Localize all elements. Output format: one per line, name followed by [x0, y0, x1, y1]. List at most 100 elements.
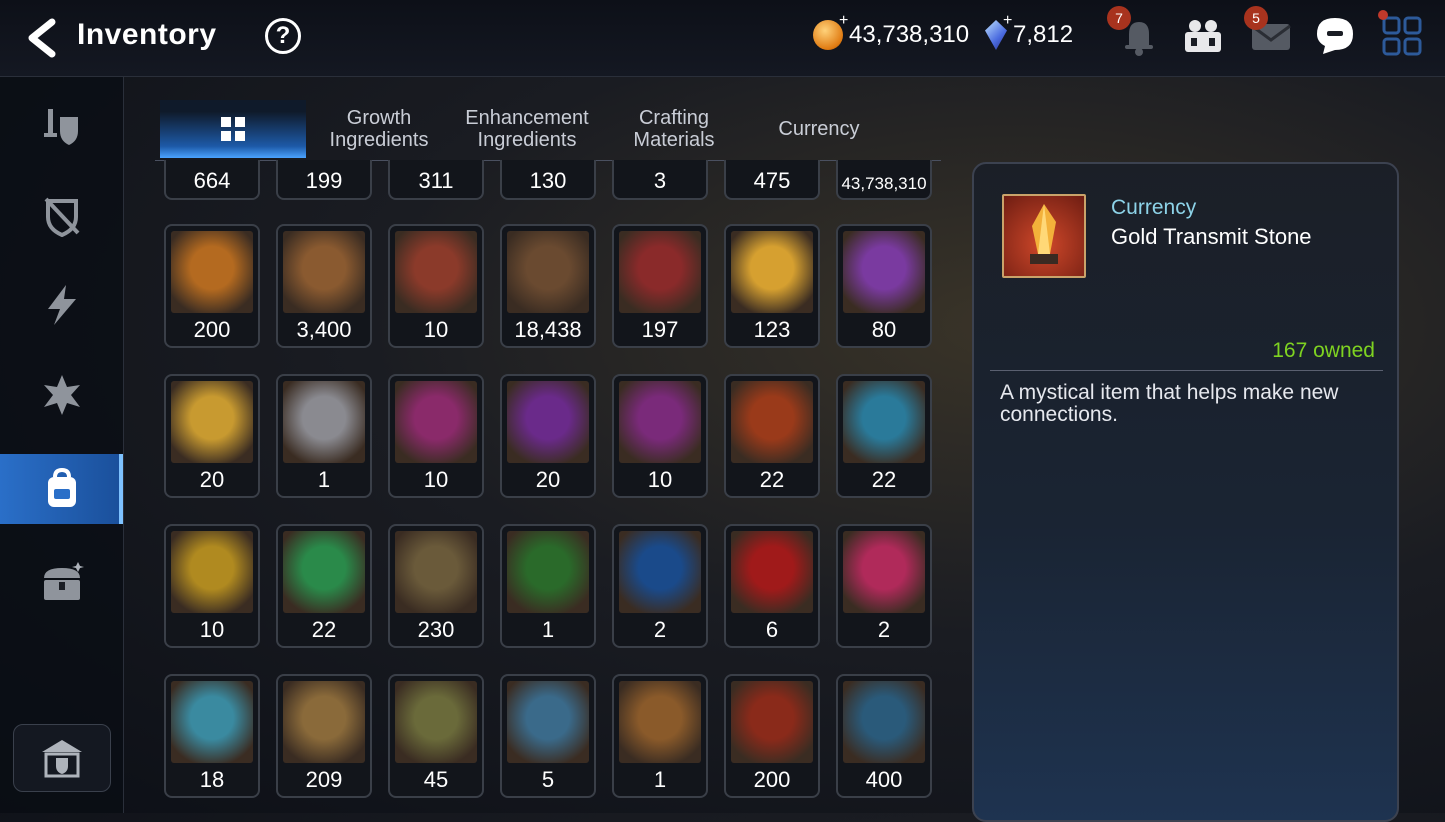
sidebar-item-exclusive[interactable]: [0, 360, 123, 430]
item-icon: [843, 231, 925, 313]
inventory-item[interactable]: 10: [612, 374, 708, 498]
backpack-icon: [47, 467, 76, 507]
inventory-item[interactable]: 311: [388, 160, 484, 200]
item-count: 199: [305, 168, 343, 193]
item-count: 1: [541, 617, 555, 642]
inventory-item[interactable]: 2: [836, 524, 932, 648]
item-count: 2: [877, 617, 891, 642]
inventory-item[interactable]: 200: [724, 674, 820, 798]
item-count: 3,400: [296, 317, 352, 342]
crystal-currency[interactable]: + 7,812: [985, 12, 1073, 50]
inventory-item[interactable]: 230: [388, 524, 484, 648]
sidebar: [0, 77, 124, 813]
item-count: 230: [417, 617, 455, 642]
tab-crafting-materials[interactable]: Crafting Materials: [609, 100, 739, 158]
inventory-item[interactable]: 2: [612, 524, 708, 648]
item-icon: [171, 381, 253, 463]
grid-icon: [221, 117, 245, 141]
inventory-item[interactable]: 209: [276, 674, 372, 798]
tab-growth-ingredients[interactable]: Growth Ingredients: [313, 100, 445, 158]
inventory-item[interactable]: 197: [612, 224, 708, 348]
item-count: 130: [529, 168, 567, 193]
item-count: 22: [759, 467, 785, 492]
sidebar-item-equipment[interactable]: [0, 90, 123, 160]
back-arrow-icon[interactable]: [22, 16, 62, 60]
inventory-item[interactable]: 200: [164, 224, 260, 348]
menu-grid-icon[interactable]: [1380, 14, 1424, 58]
item-count: 43,738,310: [841, 174, 927, 193]
gold-currency[interactable]: + 43,738,310: [813, 12, 969, 50]
inventory-item[interactable]: 20: [164, 374, 260, 498]
page-title: Inventory: [77, 18, 217, 51]
inventory-item[interactable]: 10: [388, 224, 484, 348]
friends-icon[interactable]: [1181, 14, 1225, 58]
inventory-item[interactable]: 3,400: [276, 224, 372, 348]
chest-icon: [43, 562, 84, 600]
item-icon: [283, 531, 365, 613]
inventory-item[interactable]: 43,738,310: [836, 160, 932, 200]
item-count: 664: [193, 168, 231, 193]
item-count: 3: [653, 168, 667, 193]
inventory-item[interactable]: 22: [724, 374, 820, 498]
inventory-grid: 664 199 311 130 3 475 43,738,310 200 3,400 10 18,4…: [163, 160, 943, 813]
inventory-item[interactable]: 1: [612, 674, 708, 798]
help-icon[interactable]: ?: [265, 18, 301, 54]
item-count: 22: [311, 617, 337, 642]
item-name: Gold Transmit Stone: [1111, 224, 1312, 249]
item-count: 10: [423, 317, 449, 342]
item-count: 123: [753, 317, 791, 342]
item-icon: [395, 231, 477, 313]
inventory-item[interactable]: 22: [836, 374, 932, 498]
inventory-item[interactable]: 20: [500, 374, 596, 498]
item-icon: [395, 681, 477, 763]
tab-all[interactable]: [160, 100, 306, 158]
item-count: 209: [305, 767, 343, 792]
inventory-item[interactable]: 10: [164, 524, 260, 648]
item-count: 200: [753, 767, 791, 792]
divider: [990, 370, 1383, 371]
inventory-item[interactable]: 1: [276, 374, 372, 498]
item-count: 22: [871, 467, 897, 492]
item-count: 400: [865, 767, 903, 792]
inventory-item[interactable]: 400: [836, 674, 932, 798]
storage-button[interactable]: [13, 724, 111, 792]
item-icon: [843, 381, 925, 463]
lightning-icon: [47, 285, 76, 325]
inventory-item[interactable]: 22: [276, 524, 372, 648]
inventory-item[interactable]: 123: [724, 224, 820, 348]
sidebar-item-inventory[interactable]: [0, 454, 123, 524]
item-category: Currency: [1111, 196, 1197, 219]
tab-currency[interactable]: Currency: [745, 100, 893, 158]
inventory-item[interactable]: 1: [500, 524, 596, 648]
inventory-item[interactable]: 5: [500, 674, 596, 798]
item-count: 475: [753, 168, 791, 193]
inventory-item[interactable]: 130: [500, 160, 596, 200]
item-icon: [171, 531, 253, 613]
item-icon: [731, 531, 813, 613]
item-icon: [731, 231, 813, 313]
item-count: 311: [418, 168, 454, 193]
inventory-item[interactable]: 45: [388, 674, 484, 798]
inventory-item[interactable]: 10: [388, 374, 484, 498]
inventory-item[interactable]: 3: [612, 160, 708, 200]
item-detail-panel: Currency Gold Transmit Stone 167 owned A…: [972, 162, 1399, 822]
item-icon: [283, 381, 365, 463]
inventory-item[interactable]: 664: [164, 160, 260, 200]
item-count: 20: [535, 467, 561, 492]
inventory-item[interactable]: 18: [164, 674, 260, 798]
inventory-item[interactable]: 199: [276, 160, 372, 200]
sidebar-item-chest[interactable]: [0, 547, 123, 617]
sidebar-item-imprint[interactable]: [0, 270, 123, 340]
inventory-item[interactable]: 475: [724, 160, 820, 200]
item-count: 10: [423, 467, 449, 492]
item-count: 18,438: [514, 317, 582, 342]
artifact-icon: [44, 197, 79, 237]
sidebar-item-artifact[interactable]: [0, 180, 123, 250]
inventory-item[interactable]: 6: [724, 524, 820, 648]
menu-dot-badge: [1378, 10, 1388, 20]
inventory-item[interactable]: 80: [836, 224, 932, 348]
tab-enhancement-ingredients[interactable]: Enhancement Ingredients: [451, 100, 603, 158]
chat-icon[interactable]: [1313, 14, 1357, 58]
item-icon: [507, 231, 589, 313]
inventory-item[interactable]: 18,438: [500, 224, 596, 348]
